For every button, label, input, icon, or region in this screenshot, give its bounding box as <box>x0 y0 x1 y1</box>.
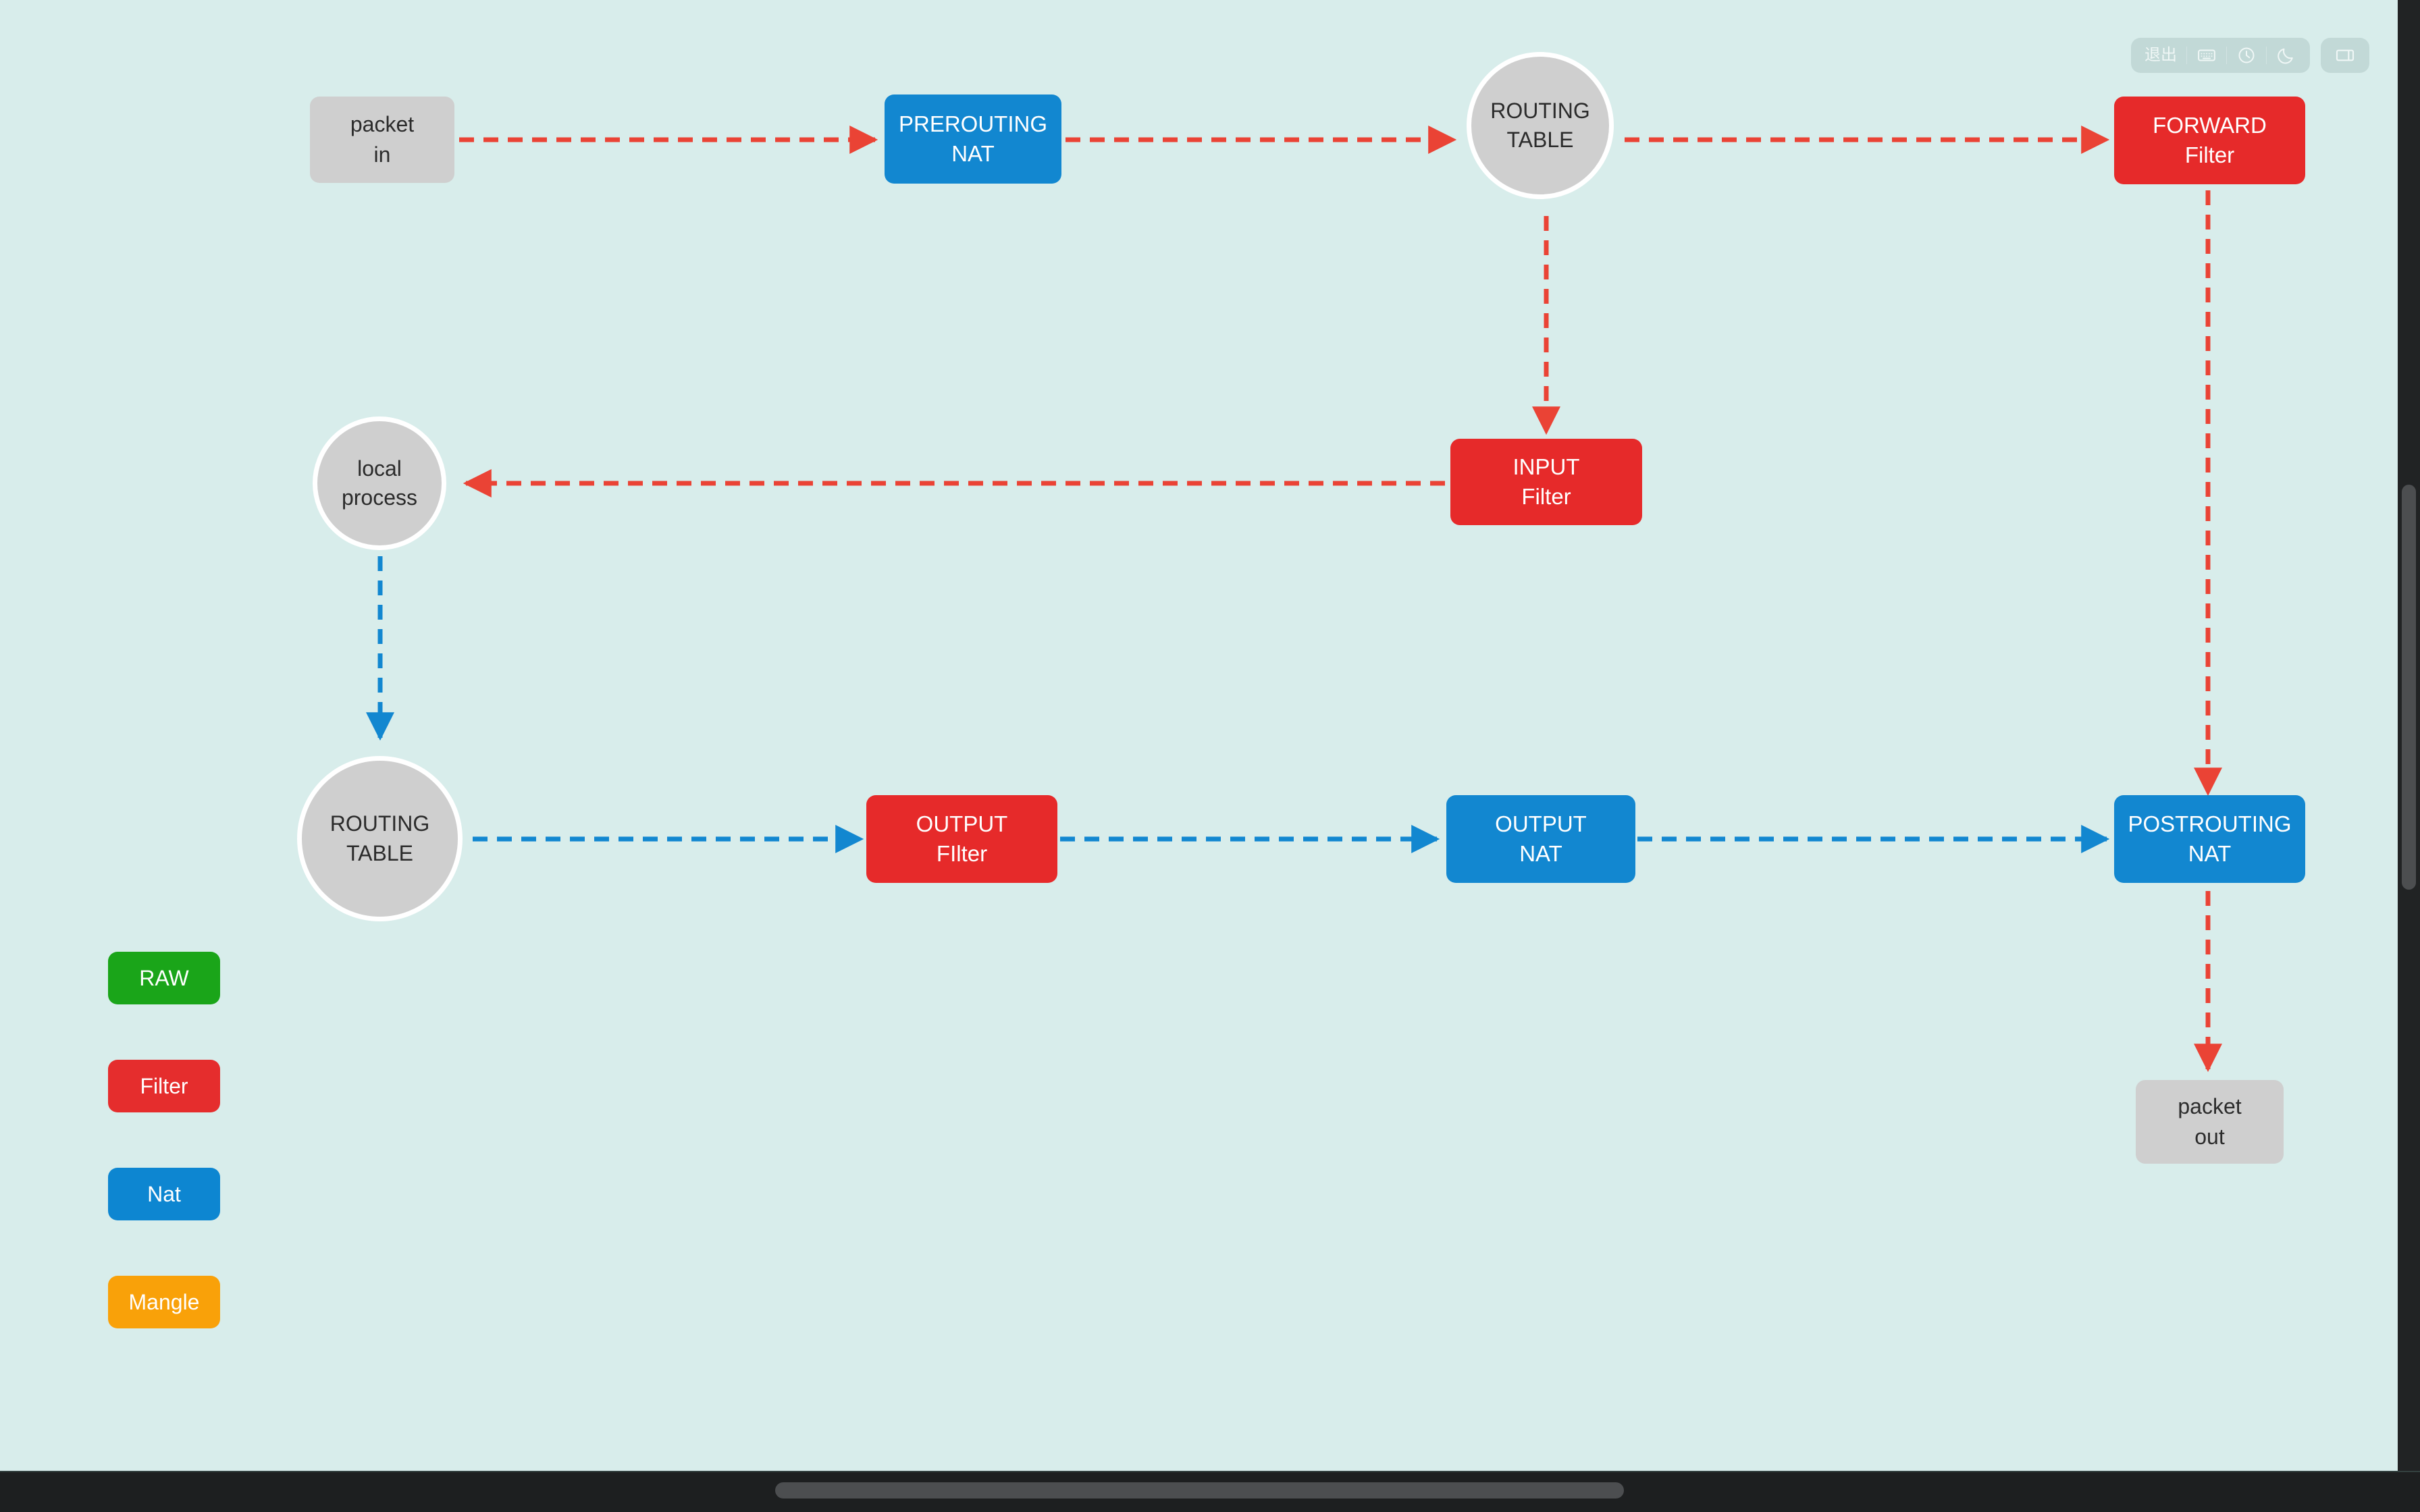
node-routing-table-bottom-line2: TABLE <box>346 840 413 865</box>
node-postrouting-nat-line2: NAT <box>2188 841 2232 866</box>
node-routing-table-top[interactable]: ROUTING TABLE <box>1467 52 1614 199</box>
node-forward-filter-line2: Filter <box>2184 142 2235 167</box>
node-input-filter-line2: Filter <box>1521 484 1571 509</box>
toolbar-main-group: 退出 <box>2131 38 2310 73</box>
node-output-filter-line1: OUTPUT <box>916 811 1008 837</box>
node-input-filter[interactable]: INPUT Filter <box>1450 439 1642 525</box>
node-routing-table-bottom-line1: ROUTING <box>330 811 430 836</box>
node-output-filter[interactable]: OUTPUT FIlter <box>866 795 1057 883</box>
node-prerouting-nat-line1: PREROUTING <box>898 111 1047 137</box>
node-local-process-line2: process <box>341 485 418 510</box>
node-packet-in-line1: packet <box>350 112 415 137</box>
toolbar-panel-group <box>2321 38 2369 73</box>
flow-edges <box>366 126 2222 1073</box>
node-postrouting-nat[interactable]: POSTROUTING NAT <box>2114 795 2305 883</box>
app-root: packet in PREROUTING NAT ROUTING TABLE F… <box>0 0 2420 1512</box>
node-packet-in[interactable]: packet in <box>310 97 454 183</box>
clock-icon[interactable] <box>2227 38 2266 73</box>
node-output-nat-line1: OUTPUT <box>1495 811 1587 837</box>
legend-item-filter-label: Filter <box>140 1073 188 1098</box>
floating-toolbar: 退出 <box>2131 38 2369 73</box>
legend-item-filter[interactable]: Filter <box>108 1060 220 1112</box>
node-prerouting-nat-line2: NAT <box>951 141 995 166</box>
node-packet-out[interactable]: packet out <box>2136 1080 2284 1164</box>
node-routing-table-top-line2: TABLE <box>1506 128 1574 152</box>
legend-item-raw-label: RAW <box>139 965 189 990</box>
vertical-scrollbar-track[interactable] <box>2398 0 2420 1472</box>
node-routing-table-top-line1: ROUTING <box>1490 98 1590 123</box>
node-prerouting-nat[interactable]: PREROUTING NAT <box>885 94 1061 184</box>
exit-button-label: 退出 <box>2145 46 2177 64</box>
legend-item-nat[interactable]: Nat <box>108 1168 220 1220</box>
vertical-scrollbar-thumb[interactable] <box>2402 485 2416 890</box>
node-output-nat-line2: NAT <box>1519 841 1562 866</box>
node-postrouting-nat-line1: POSTROUTING <box>2128 811 2292 837</box>
moon-icon[interactable] <box>2267 38 2306 73</box>
bottom-bar <box>0 1471 2420 1512</box>
node-output-nat[interactable]: OUTPUT NAT <box>1446 795 1635 883</box>
node-output-filter-line2: FIlter <box>936 841 988 866</box>
legend-item-nat-label: Nat <box>147 1181 181 1206</box>
legend: RAW Filter Nat Mangle <box>108 952 220 1328</box>
exit-button[interactable]: 退出 <box>2135 38 2186 73</box>
legend-item-raw[interactable]: RAW <box>108 952 220 1004</box>
node-forward-filter-line1: FORWARD <box>2153 113 2267 138</box>
panel-layout-icon[interactable] <box>2325 38 2365 73</box>
node-packet-out-line1: packet <box>2178 1094 2242 1119</box>
legend-item-mangle[interactable]: Mangle <box>108 1276 220 1328</box>
node-packet-out-line2: out <box>2194 1125 2225 1149</box>
node-input-filter-line1: INPUT <box>1512 454 1580 480</box>
node-local-process[interactable]: local process <box>313 416 446 550</box>
horizontal-scrollbar-thumb[interactable] <box>775 1482 1624 1498</box>
node-local-process-line1: local <box>357 456 402 481</box>
legend-item-mangle-label: Mangle <box>128 1289 200 1314</box>
keyboard-icon[interactable] <box>2187 38 2226 73</box>
node-packet-in-line2: in <box>373 142 391 167</box>
node-routing-table-bottom[interactable]: ROUTING TABLE <box>297 756 463 921</box>
node-forward-filter[interactable]: FORWARD Filter <box>2114 97 2305 184</box>
diagram-canvas[interactable]: packet in PREROUTING NAT ROUTING TABLE F… <box>0 0 2398 1472</box>
